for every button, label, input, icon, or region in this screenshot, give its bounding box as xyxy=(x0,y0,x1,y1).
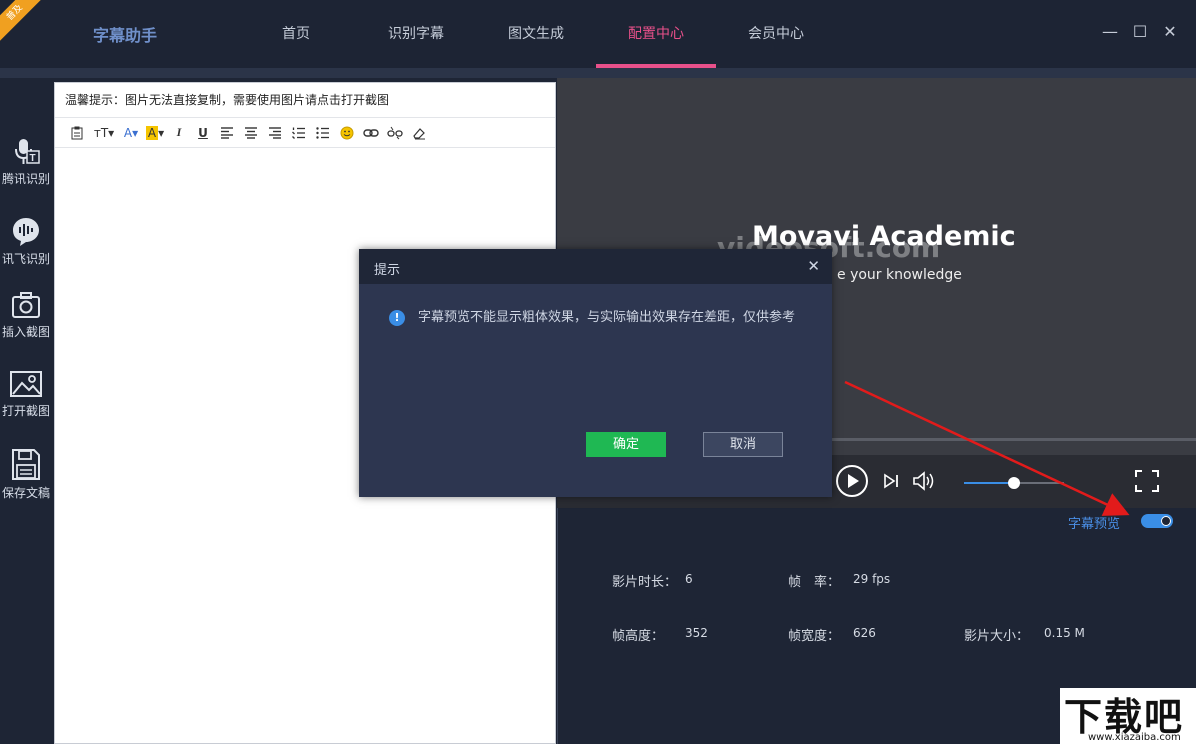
video-subtitle-text: e your knowledge xyxy=(837,267,962,283)
duration-value: 6 xyxy=(685,572,693,586)
volume-icon[interactable] xyxy=(912,470,936,492)
sidebar-item-save-draft[interactable]: 保存文稿 xyxy=(0,448,52,501)
frame-height-label: 帧高度： xyxy=(612,625,664,644)
align-center-icon[interactable] xyxy=(239,123,263,143)
maximize-icon[interactable]: ☐ xyxy=(1130,22,1150,42)
volume-knob[interactable] xyxy=(1008,477,1020,489)
fullscreen-icon[interactable] xyxy=(1134,469,1160,493)
dialog-message: 字幕预览不能显示粗体效果，与实际输出效果存在差距，仅供参考 xyxy=(418,308,813,328)
duration-label: 影片时长： xyxy=(612,571,677,590)
svg-text:T: T xyxy=(30,153,36,164)
unordered-list-icon[interactable] xyxy=(311,123,335,143)
sidebar-item-open-screenshot[interactable]: 打开截图 xyxy=(0,370,52,419)
cancel-button[interactable]: 取消 xyxy=(703,432,783,457)
image-icon xyxy=(9,370,43,400)
corner-badge: 普及 xyxy=(0,0,46,44)
eraser-icon[interactable] xyxy=(407,123,431,143)
main-nav: 首页 识别字幕 图文生成 配置中心 会员中心 xyxy=(236,0,836,68)
cloud-voice-icon xyxy=(10,216,42,248)
font-color-icon[interactable]: A▾ xyxy=(119,123,143,143)
frame-width-value: 626 xyxy=(853,626,876,640)
sidebar-item-label: 腾讯识别 xyxy=(2,172,50,186)
play-icon[interactable] xyxy=(835,464,869,498)
video-title-text: Movavi Academic xyxy=(752,221,1016,252)
dialog-header: 提示 ✕ xyxy=(359,249,832,284)
floppy-disk-icon xyxy=(10,448,42,482)
nav-image-text[interactable]: 图文生成 xyxy=(476,0,596,68)
minimize-icon[interactable]: — xyxy=(1100,22,1120,42)
volume-fill xyxy=(964,482,1014,484)
subtitle-preview-toggle[interactable] xyxy=(1141,514,1173,528)
app-title: 字幕助手 xyxy=(93,22,157,46)
sidebar: T 腾讯识别 讯飞识别 插入截图 打开截图 xyxy=(0,78,52,744)
frame-height-value: 352 xyxy=(685,626,708,640)
sidebar-item-iflytek[interactable]: 讯飞识别 xyxy=(0,216,52,267)
watermark-url: www.xiazaiba.com xyxy=(1088,732,1181,743)
notice-dialog: 提示 ✕ ! 字幕预览不能显示粗体效果，与实际输出效果存在差距，仅供参考 确定 … xyxy=(359,249,832,497)
dialog-title: 提示 xyxy=(374,259,400,278)
info-icon: ! xyxy=(389,310,405,326)
ordered-list-icon[interactable] xyxy=(287,123,311,143)
editor-tip: 温馨提示：图片无法直接复制，需要使用图片请点击打开截图 xyxy=(55,83,555,118)
sidebar-item-insert-screenshot[interactable]: 插入截图 xyxy=(0,291,52,340)
title-bar: 普及 字幕助手 首页 识别字幕 图文生成 配置中心 会员中心 — ☐ ✕ xyxy=(0,0,1196,68)
frame-width-label: 帧宽度： xyxy=(788,625,840,644)
unlink-icon[interactable] xyxy=(383,123,407,143)
close-icon[interactable]: ✕ xyxy=(1160,22,1180,42)
camera-icon xyxy=(10,291,42,321)
subtitle-preview-label: 字幕预览 xyxy=(1068,513,1120,532)
align-right-icon[interactable] xyxy=(263,123,287,143)
sidebar-item-label: 打开截图 xyxy=(2,404,50,418)
align-left-icon[interactable] xyxy=(215,123,239,143)
confirm-button[interactable]: 确定 xyxy=(586,432,666,457)
nav-recognize-subtitles[interactable]: 识别字幕 xyxy=(356,0,476,68)
underline-icon[interactable]: U xyxy=(191,123,215,143)
next-frame-icon[interactable] xyxy=(882,472,900,490)
link-icon[interactable] xyxy=(359,123,383,143)
nav-member-center[interactable]: 会员中心 xyxy=(716,0,836,68)
paste-icon[interactable] xyxy=(65,123,89,143)
file-size-value: 0.15 M xyxy=(1044,626,1085,640)
sidebar-item-label: 插入截图 xyxy=(2,325,50,339)
editor-toolbar: тT▾ A▾ A▾ I U xyxy=(55,118,555,148)
fps-value: 29 fps xyxy=(853,572,890,586)
toggle-knob xyxy=(1161,516,1171,526)
site-watermark-logo: 下载吧 www.xiazaiba.com xyxy=(1060,688,1196,744)
volume-slider[interactable] xyxy=(964,482,1064,484)
mic-text-icon: T xyxy=(10,138,42,168)
dialog-close-icon[interactable]: ✕ xyxy=(807,257,820,275)
font-size-icon[interactable]: тT▾ xyxy=(89,123,119,143)
file-size-label: 影片大小： xyxy=(964,625,1029,644)
nav-home[interactable]: 首页 xyxy=(236,0,356,68)
highlight-icon[interactable]: A▾ xyxy=(143,123,167,143)
fps-label: 帧 率： xyxy=(788,571,840,590)
sidebar-item-label: 讯飞识别 xyxy=(2,252,50,266)
header-divider xyxy=(0,68,1196,78)
emoji-icon[interactable] xyxy=(335,123,359,143)
sidebar-item-tencent[interactable]: T 腾讯识别 xyxy=(0,138,52,187)
nav-config-center[interactable]: 配置中心 xyxy=(596,0,716,68)
italic-icon[interactable]: I xyxy=(167,123,191,143)
sidebar-item-label: 保存文稿 xyxy=(2,486,50,500)
